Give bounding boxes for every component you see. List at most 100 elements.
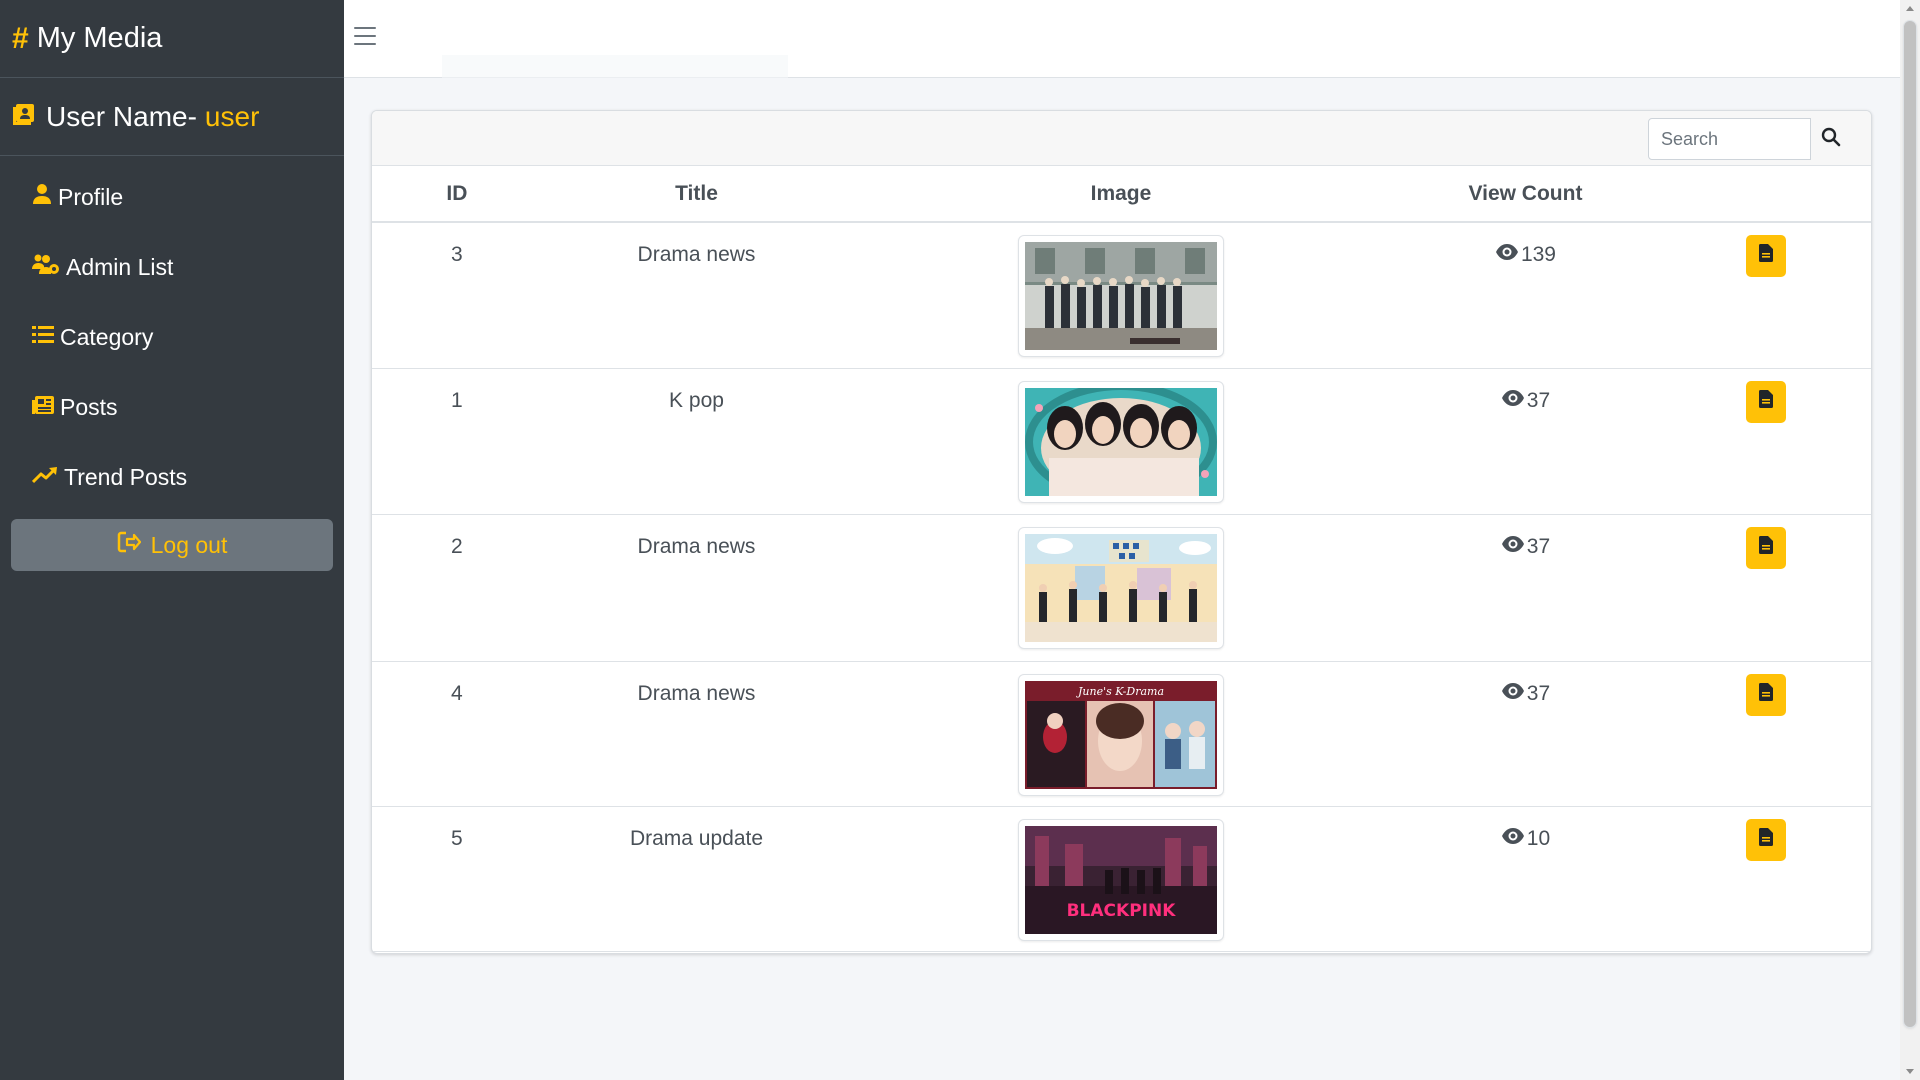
menu-toggle-icon[interactable] <box>354 27 376 47</box>
post-image: June's K-Drama <box>1017 673 1224 796</box>
eye-icon <box>1501 389 1525 413</box>
search-button[interactable] <box>1811 118 1851 160</box>
cell-actions <box>1660 222 1871 369</box>
cell-title: Drama news <box>541 222 852 369</box>
search-icon <box>1821 127 1841 152</box>
post-image <box>1017 235 1224 357</box>
sidebar-item-posts[interactable]: Posts <box>0 372 344 442</box>
file-icon <box>1758 244 1773 268</box>
cell-view-count: 139 <box>1390 222 1661 369</box>
view-count: 37 <box>1526 534 1551 558</box>
sidebar-item-trend-posts[interactable]: Trend Posts <box>0 442 344 512</box>
table-row: 3 Drama news 139 <box>372 222 1871 369</box>
column-header-image: Image <box>851 166 1391 223</box>
card-header <box>372 111 1871 166</box>
cell-view-count: 10 <box>1390 806 1661 952</box>
eye-icon <box>1501 827 1525 851</box>
column-header-view-count: View Count <box>1390 166 1661 223</box>
cell-image <box>851 368 1391 515</box>
user-name: user <box>204 100 260 132</box>
eye-icon <box>1495 243 1519 267</box>
logout-label: Log out <box>150 531 228 558</box>
eye-icon <box>1501 535 1525 559</box>
sidebar-item-label: Category <box>60 323 154 350</box>
search-input[interactable] <box>1648 118 1811 160</box>
cell-title: Drama update <box>541 806 852 952</box>
view-count: 37 <box>1526 388 1551 412</box>
view-count: 139 <box>1520 243 1556 266</box>
sidebar-item-label: Posts <box>60 393 118 420</box>
column-header-id: ID <box>372 166 542 223</box>
view-count: 10 <box>1526 826 1551 850</box>
brand-title: My Media <box>36 22 163 54</box>
cell-view-count: 37 <box>1390 661 1661 807</box>
post-image <box>1017 526 1224 649</box>
brand[interactable]: # My Media <box>0 0 344 78</box>
user-icon <box>32 183 58 211</box>
image-caption: June's K-Drama <box>1076 685 1164 698</box>
eye-icon <box>1501 682 1525 706</box>
table-row: 2 Drama news 37 <box>372 514 1871 662</box>
cell-actions <box>1660 661 1871 807</box>
cell-actions <box>1660 368 1871 515</box>
table-header-row: ID Title Image View Count <box>372 166 1871 223</box>
cell-title: K pop <box>541 368 852 515</box>
user-info: User Name- user <box>0 78 344 156</box>
cell-id: 2 <box>372 514 542 662</box>
cell-id: 3 <box>372 222 542 369</box>
view-details-button[interactable] <box>1745 818 1786 861</box>
hashtag-icon: # <box>12 21 29 55</box>
sidebar-item-label: Admin List <box>66 253 174 280</box>
file-icon <box>1758 389 1773 414</box>
scroll-down-arrow-icon[interactable] <box>1906 1069 1914 1074</box>
cell-actions <box>1660 806 1871 952</box>
page-scrollbar[interactable] <box>1900 0 1920 1080</box>
cell-id: 1 <box>372 368 542 515</box>
scrollbar-thumb[interactable] <box>1903 20 1917 1028</box>
logout-button[interactable]: Log out <box>11 519 333 571</box>
search-form <box>1648 118 1851 160</box>
post-image: BLACKPINK <box>1017 818 1224 941</box>
file-icon <box>1758 682 1773 707</box>
view-details-button[interactable] <box>1745 380 1786 423</box>
sidebar-item-label: Trend Posts <box>64 463 188 490</box>
cell-view-count: 37 <box>1390 514 1661 662</box>
users-gear-icon <box>32 253 66 281</box>
cell-image <box>851 514 1391 662</box>
view-details-button[interactable] <box>1745 673 1786 716</box>
cell-image: June's K-Drama <box>851 661 1391 807</box>
faded-overlay <box>442 55 788 107</box>
sidebar-nav: Profile Admin List Category Posts Trend … <box>0 156 344 512</box>
cell-id: 4 <box>372 661 542 807</box>
sidebar-item-category[interactable]: Category <box>0 302 344 372</box>
file-icon <box>1758 535 1773 560</box>
column-header-actions <box>1660 166 1871 223</box>
sidebar-item-admin-list[interactable]: Admin List <box>0 232 344 302</box>
sign-out-icon <box>117 531 151 559</box>
table-row: 4 Drama news June's K-Drama 37 <box>372 661 1871 807</box>
cell-view-count: 37 <box>1390 368 1661 515</box>
cell-id: 5 <box>372 806 542 952</box>
posts-table-card: ID Title Image View Count 3 Drama news <box>371 110 1872 954</box>
table-row: 1 K pop 37 <box>372 368 1871 515</box>
column-header-title: Title <box>541 166 852 223</box>
cell-title: Drama news <box>541 514 852 662</box>
id-card-icon <box>12 101 46 133</box>
post-image <box>1017 380 1224 503</box>
view-details-button[interactable] <box>1745 526 1786 569</box>
cell-image: BLACKPINK <box>851 806 1391 952</box>
trend-up-icon <box>31 464 64 491</box>
view-details-button[interactable] <box>1745 235 1786 277</box>
newspaper-icon <box>32 394 60 421</box>
scroll-up-arrow-icon[interactable] <box>1906 6 1914 11</box>
sidebar: # My Media User Name- user Profile Admin… <box>0 0 344 1080</box>
image-caption: BLACKPINK <box>1067 901 1177 921</box>
cell-actions <box>1660 514 1871 662</box>
sidebar-item-profile[interactable]: Profile <box>0 162 344 232</box>
table-row: 5 Drama update BLACKPINK 10 <box>372 806 1871 952</box>
posts-table: ID Title Image View Count 3 Drama news 1… <box>372 166 1871 952</box>
cell-image <box>851 222 1391 369</box>
sidebar-item-label: Profile <box>58 183 124 210</box>
list-icon <box>32 324 60 351</box>
file-icon <box>1758 827 1773 852</box>
